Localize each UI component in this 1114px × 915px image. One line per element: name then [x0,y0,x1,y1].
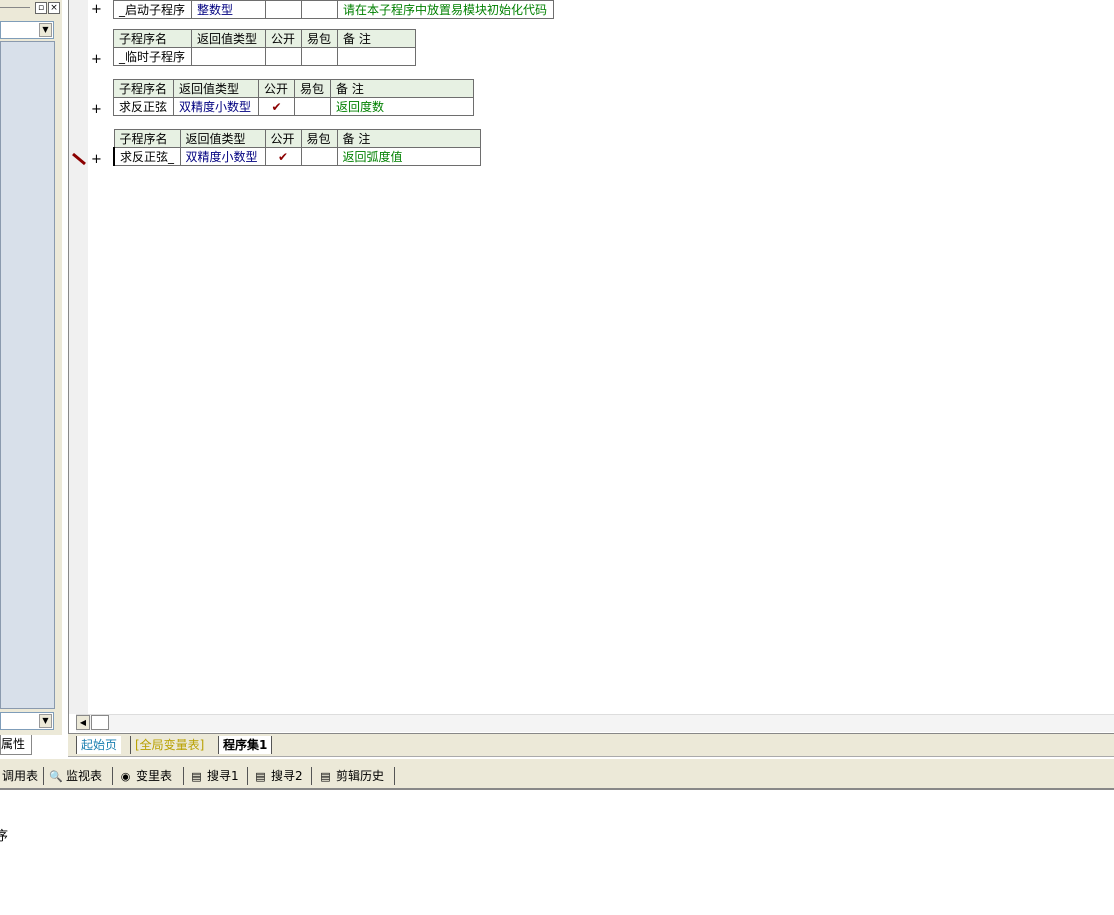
header-return-type: 返回值类型 [173,79,259,98]
table-header-row: 子程序名 返回值类型 公开 易包 备 注 [113,29,416,48]
tab-start-page[interactable]: 起始页 [76,736,122,754]
header-note: 备 注 [330,79,474,98]
bottom-toolbar: 调用表 🔍 监视表 ◉ 变里表 ▤ 搜寻1 ▤ 搜寻2 ▤ 剪辑历史 [0,758,1114,790]
header-name: 子程序名 [113,29,192,48]
table-row: _启动子程序 整数型 请在本子程序中放置易模块初始化代码 [113,0,554,19]
scroll-left-icon[interactable]: ◀ [76,715,90,730]
magnifier-icon: 🔍 [49,770,63,783]
public-cell[interactable] [265,47,302,66]
call-table-button[interactable]: 调用表 [2,768,38,784]
divider [394,767,395,785]
subroutine-table: 子程序名 返回值类型 公开 易包 备 注 求反正弦 双精度小数型 ✔ 返回度数 [113,79,474,116]
left-panel-titlebar: ▫ × [0,0,62,16]
table-header-row: 子程序名 返回值类型 公开 易包 备 注 [113,129,481,148]
table-row: 求反正弦 双精度小数型 ✔ 返回度数 [113,97,474,116]
subroutine-name-cell[interactable]: 求反正弦 [113,97,174,116]
restore-icon[interactable]: ▫ [35,2,47,14]
chevron-down-icon[interactable]: ▼ [39,714,52,728]
expand-icon[interactable]: + [91,53,102,66]
return-type-cell[interactable]: 整数型 [191,0,266,19]
divider [183,767,184,785]
subroutine-name-cell[interactable]: 求反正弦_ [113,147,181,166]
expand-icon[interactable]: + [91,103,102,116]
property-list[interactable] [0,41,55,709]
divider [43,767,44,785]
public-checkmark-icon[interactable]: ✔ [264,147,302,166]
subroutine-table: _启动子程序 整数型 请在本子程序中放置易模块初始化代码 [113,0,554,19]
header-public: 公开 [265,29,302,48]
search-doc-icon: ▤ [255,770,266,783]
header-name: 子程序名 [113,79,174,98]
pencil-icon [71,152,87,166]
tab-program-set[interactable]: 程序集1 [218,736,273,754]
titlebar-line [0,7,30,8]
public-cell[interactable] [265,0,302,19]
variable-table-label: 变里表 [136,769,173,783]
expand-icon[interactable]: + [91,153,102,166]
header-return-type: 返回值类型 [191,29,266,48]
header-easy-pack: 易包 [294,79,331,98]
horizontal-scrollbar[interactable] [76,714,1114,732]
return-type-cell[interactable] [191,47,266,66]
search2-button[interactable]: ▤ 搜寻2 [254,768,303,784]
table-row: _临时子程序 [113,47,416,66]
return-type-cell[interactable]: 双精度小数型 [179,147,266,166]
expand-icon[interactable]: + [91,3,102,16]
divider [112,767,113,785]
subroutine-table: 子程序名 返回值类型 公开 易包 备 注 求反正弦_ 双精度小数型 ✔ 返回弧度… [113,129,481,166]
clip-history-button[interactable]: ▤ 剪辑历史 [319,768,384,784]
header-note: 备 注 [337,29,416,48]
watch-table-button[interactable]: 🔍 监视表 [49,768,102,784]
return-type-cell[interactable]: 双精度小数型 [173,97,259,116]
header-name: 子程序名 [113,129,181,148]
scroll-thumb[interactable] [91,715,109,730]
close-icon[interactable]: × [48,2,60,14]
clipboard-icon: ▤ [320,770,331,783]
easy-pack-cell[interactable] [300,147,338,166]
header-easy-pack: 易包 [300,129,338,148]
header-public: 公开 [258,79,295,98]
divider [311,767,312,785]
variable-table-button[interactable]: ◉ 变里表 [119,768,172,784]
subroutine-table: 子程序名 返回值类型 公开 易包 备 注 _临时子程序 [113,29,416,66]
subroutine-name-cell[interactable]: _启动子程序 [113,0,192,19]
easy-pack-cell[interactable] [301,47,338,66]
note-cell[interactable]: 请在本子程序中放置易模块初始化代码 [337,0,554,19]
header-note: 备 注 [336,129,481,148]
editor-gutter [69,0,88,714]
output-panel[interactable]: 序 [0,792,1114,915]
note-cell[interactable]: 返回弧度值 [336,147,481,166]
watch-table-label: 监视表 [66,769,103,783]
output-text: 序 [0,829,9,844]
note-cell[interactable] [337,47,416,66]
search-doc-icon: ▤ [191,770,202,783]
search1-label: 搜寻1 [207,769,239,783]
table-row: 求反正弦_ 双精度小数型 ✔ 返回弧度值 [113,147,481,166]
editor-tab-bar: 起始页 [全局变量表] 程序集1 [68,733,1114,757]
header-return-type: 返回值类型 [179,129,266,148]
property-combo[interactable]: ▼ [0,712,54,730]
easy-pack-cell[interactable] [301,0,338,19]
note-cell[interactable]: 返回度数 [330,97,474,116]
object-combo[interactable]: ▼ [0,21,54,39]
binoculars-icon: ◉ [120,770,131,783]
table-header-row: 子程序名 返回值类型 公开 易包 备 注 [113,79,474,98]
call-table-label: 调用表 [2,769,39,783]
chevron-down-icon[interactable]: ▼ [39,23,52,37]
tab-properties[interactable]: 属性 [0,735,32,755]
search1-button[interactable]: ▤ 搜寻1 [190,768,239,784]
header-public: 公开 [264,129,302,148]
tab-global-variables[interactable]: [全局变量表] [130,736,208,754]
public-checkmark-icon[interactable]: ✔ [258,97,295,116]
divider [247,767,248,785]
clip-history-label: 剪辑历史 [336,769,385,783]
easy-pack-cell[interactable] [294,97,331,116]
subroutine-name-cell[interactable]: _临时子程序 [113,47,192,66]
search2-label: 搜寻2 [271,769,303,783]
header-easy-pack: 易包 [301,29,338,48]
